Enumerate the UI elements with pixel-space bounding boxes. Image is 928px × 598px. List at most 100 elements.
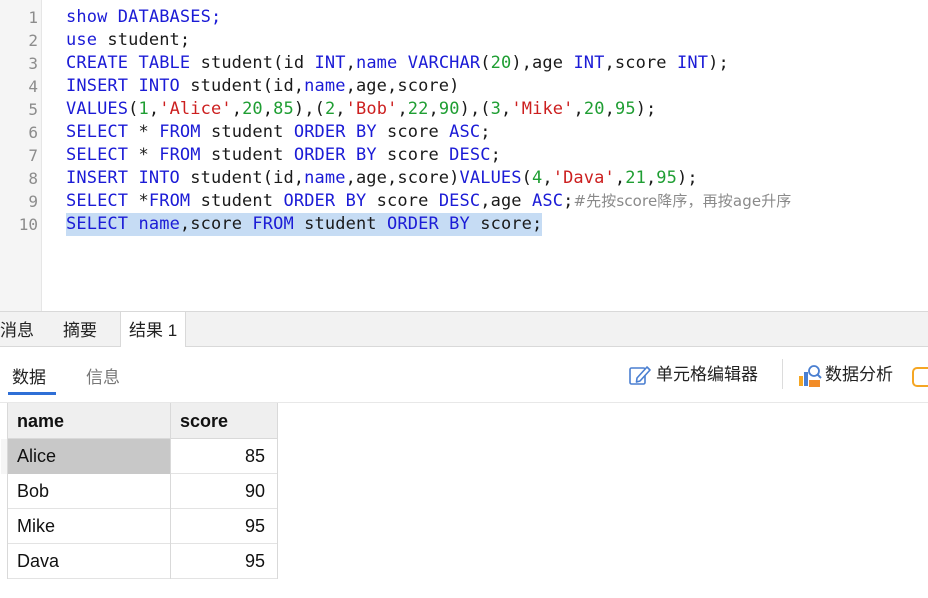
string-token: 'Mike' [511, 99, 574, 119]
keyword-token: CREATE TABLE [66, 53, 191, 73]
code-line[interactable]: SELECT *FROM student ORDER BY score DESC… [66, 190, 791, 213]
code-line[interactable]: INSERT INTO student(id,name,age,score) [66, 75, 460, 98]
sql-editor[interactable]: 1 2 3 4 5 6 7 8 9 10 show DATABASES; use student; C… [0, 0, 928, 311]
subtab-data[interactable]: 数据 [12, 363, 46, 388]
code-token: ),age [511, 53, 574, 73]
data-analysis-button[interactable]: 数据分析 [797, 363, 907, 387]
code-token: score [366, 191, 439, 211]
code-token: score [376, 122, 450, 142]
cell-name[interactable]: Mike [8, 509, 171, 544]
cell-name[interactable]: Dava [8, 544, 171, 579]
line-number: 10 [18, 215, 38, 234]
line-number: 5 [28, 100, 38, 119]
number-token: 21 [625, 168, 646, 188]
line-number: 4 [28, 77, 38, 96]
number-token: 95 [614, 99, 636, 119]
line-number: 9 [28, 192, 38, 211]
code-token: student(id, [179, 168, 305, 188]
line-number: 1 [28, 8, 38, 27]
cell-score[interactable]: 85 [171, 439, 278, 474]
keyword-token: INT [314, 53, 346, 73]
cell-name[interactable]: Bob [8, 474, 171, 509]
code-token: ( [480, 53, 491, 73]
table-row[interactable]: Dava 95 [8, 544, 278, 579]
code-token: ,age [480, 191, 533, 211]
string-token: 'Bob' [345, 99, 398, 119]
edit-pencil-icon [629, 366, 651, 385]
keyword-token: SELECT [66, 191, 129, 211]
string-token: 'Alice' [159, 99, 232, 119]
result-grid[interactable]: name score Alice 85 Bob 90 Mike 95 Dava … [1, 403, 278, 579]
keyword-token: VARCHAR [407, 53, 481, 73]
table-row[interactable]: Mike 95 [8, 509, 278, 544]
table-row[interactable]: Bob 90 [8, 474, 278, 509]
number-token: 95 [656, 168, 678, 188]
keyword-token: FROM [252, 214, 294, 234]
cell-name[interactable]: Alice [8, 439, 171, 474]
overflow-icon[interactable] [912, 367, 928, 387]
number-token: 20 [583, 99, 605, 119]
cell-editor-button[interactable]: 单元格编辑器 [628, 363, 778, 387]
code-token: ),( [293, 99, 325, 119]
code-token: ); [677, 168, 698, 188]
code-token: , [645, 168, 657, 188]
keyword-token: DESC [438, 191, 481, 211]
code-line[interactable]: SELECT * FROM student ORDER BY score ASC… [66, 121, 491, 144]
code-line[interactable]: use student; [66, 29, 190, 52]
code-line[interactable]: INSERT INTO student(id,name,age,score)VA… [66, 167, 698, 190]
data-analysis-label: 数据分析 [825, 365, 893, 384]
keyword-token: FROM [159, 122, 201, 142]
tab-result-1[interactable]: 结果 1 [120, 312, 187, 347]
code-line[interactable]: SELECT * FROM student ORDER BY score DES… [66, 144, 501, 167]
code-token: , [604, 99, 615, 119]
subtab-info[interactable]: 信息 [86, 363, 120, 388]
result-toolbar: 数据 信息 单元格编辑器 数据分析 [0, 347, 928, 403]
string-token: 'Dava' [552, 168, 615, 188]
cell-score[interactable]: 95 [171, 544, 278, 579]
code-token: ),( [459, 99, 491, 119]
code-token: student [293, 214, 388, 234]
code-line[interactable]: show DATABASES; [66, 6, 221, 29]
code-line[interactable]: VALUES(1,'Alice',20,85),(2,'Bob',22,90),… [66, 98, 656, 121]
code-token: ,age,score) [345, 168, 460, 188]
keyword-token: name [138, 214, 180, 234]
code-token: , [501, 99, 512, 119]
code-token: , [345, 53, 356, 73]
number-token: 1 [138, 99, 149, 119]
keyword-token: SELECT [66, 145, 129, 165]
keyword-token: ORDER BY [293, 145, 377, 165]
keyword-token: SELECT [66, 214, 129, 234]
row-marker[interactable] [1, 439, 7, 474]
line-number: 3 [28, 54, 38, 73]
code-token: student; [97, 30, 191, 50]
code-token: ( [521, 168, 532, 188]
cell-score[interactable]: 90 [171, 474, 278, 509]
code-token: , [397, 99, 408, 119]
keyword-token: ASC [532, 191, 564, 211]
keyword-token: INT [677, 53, 709, 73]
cell-score[interactable]: 95 [171, 509, 278, 544]
code-token: student [200, 122, 294, 142]
code-line[interactable]: CREATE TABLE student(id INT,name VARCHAR… [66, 52, 729, 75]
code-token: , [335, 99, 346, 119]
tab-messages[interactable]: 消息 [0, 312, 42, 346]
code-token: , [573, 99, 584, 119]
column-header-score[interactable]: score [171, 403, 278, 439]
keyword-token: FROM [148, 191, 191, 211]
keyword-token: DESC [449, 145, 491, 165]
tab-summary[interactable]: 摘要 [55, 312, 105, 346]
code-token: ( [128, 99, 139, 119]
code-token: * [128, 122, 160, 142]
keyword-token: ORDER BY [293, 122, 377, 142]
code-token: * [128, 191, 149, 211]
keyword-token: ORDER BY [387, 214, 470, 234]
keyword-token: name [304, 168, 346, 188]
code-token: score; [469, 214, 543, 234]
column-header-name[interactable]: name [8, 403, 171, 439]
code-token: , [542, 168, 553, 188]
table-row[interactable]: Alice 85 [1, 439, 278, 474]
toolbar-divider [782, 359, 783, 389]
code-token: ; [563, 191, 574, 211]
code-line[interactable]: SELECT name,score FROM student ORDER BY … [66, 213, 543, 236]
data-analysis-icon [799, 365, 822, 387]
